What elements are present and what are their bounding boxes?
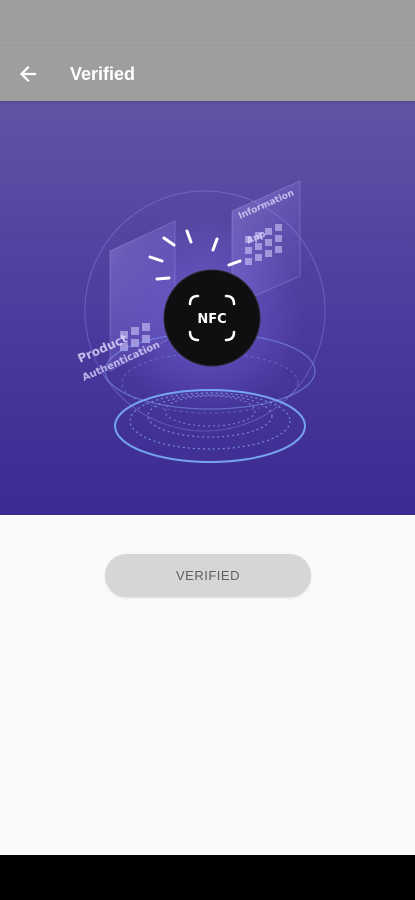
nfc-scan-graphic: Product Authentication Information App N… xyxy=(76,180,326,463)
status-bar xyxy=(0,0,415,46)
nfc-hero-illustration: Product Authentication Information App N… xyxy=(0,101,415,515)
arrow-back-icon xyxy=(19,65,37,83)
back-button[interactable] xyxy=(10,56,46,92)
action-area: VERIFIED xyxy=(0,515,415,855)
page-title: Verified xyxy=(70,64,136,84)
nfc-badge-text: NFC xyxy=(197,312,226,327)
verified-button[interactable]: VERIFIED xyxy=(105,554,311,597)
system-nav-bar xyxy=(0,855,415,900)
app-bar: Verified xyxy=(0,46,415,101)
